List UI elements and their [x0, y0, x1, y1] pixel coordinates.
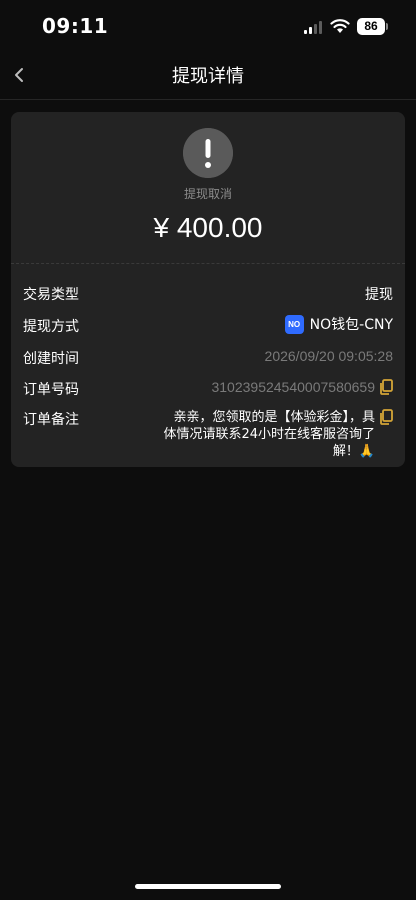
order-number: 3102395245400075806​59 — [211, 379, 393, 395]
amount: ¥ 400.00 — [153, 212, 263, 243]
nav-bar: 提现详情 — [0, 54, 416, 100]
wallet-logo-icon: NO — [284, 314, 304, 334]
withdraw-method: NO NO钱包-CNY — [284, 314, 393, 334]
copy-remark-icon[interactable] — [379, 409, 393, 425]
order-remark: 亲亲，您领取的是【体验彩金】，具体情况请联系24小时在线客服咨询了解！🙏 — [163, 409, 393, 460]
divider — [11, 263, 405, 264]
cellular-signal-icon — [304, 21, 322, 34]
created-time-label: 创建时间 — [23, 351, 79, 367]
copy-order-number-icon[interactable] — [379, 379, 393, 395]
withdraw-method-value: NO钱包-CNY — [309, 317, 393, 333]
battery-indicator: 86 — [357, 18, 385, 35]
order-number-label: 订单号码 — [23, 382, 79, 398]
wifi-icon — [330, 19, 350, 33]
transaction-type-value: 提现 — [365, 287, 393, 303]
status-bar: 09:11 86 — [0, 0, 416, 54]
page-title: 提现详情 — [172, 66, 244, 87]
exclamation-circle-icon — [183, 128, 233, 178]
withdraw-method-label: 提现方式 — [23, 319, 79, 335]
status-text: 提现取消 — [183, 187, 232, 201]
status-time: 09:11 — [42, 14, 109, 38]
battery-tip — [386, 23, 388, 30]
order-remark-label: 订单备注 — [23, 412, 79, 428]
withdrawal-detail-card: 提现取消 ¥ 400.00 交易类型 提现 提现方式 NO NO钱包-CNY 创… — [11, 112, 405, 467]
created-time-value: 2026/09/20 09:05:28 — [264, 348, 393, 364]
order-number-value: 3102395245400075806​59 — [211, 379, 375, 395]
transaction-type-label: 交易类型 — [23, 287, 79, 303]
home-indicator — [135, 884, 281, 889]
order-remark-value: 亲亲，您领取的是【体验彩金】，具体情况请联系24小时在线客服咨询了解！🙏 — [163, 410, 375, 459]
